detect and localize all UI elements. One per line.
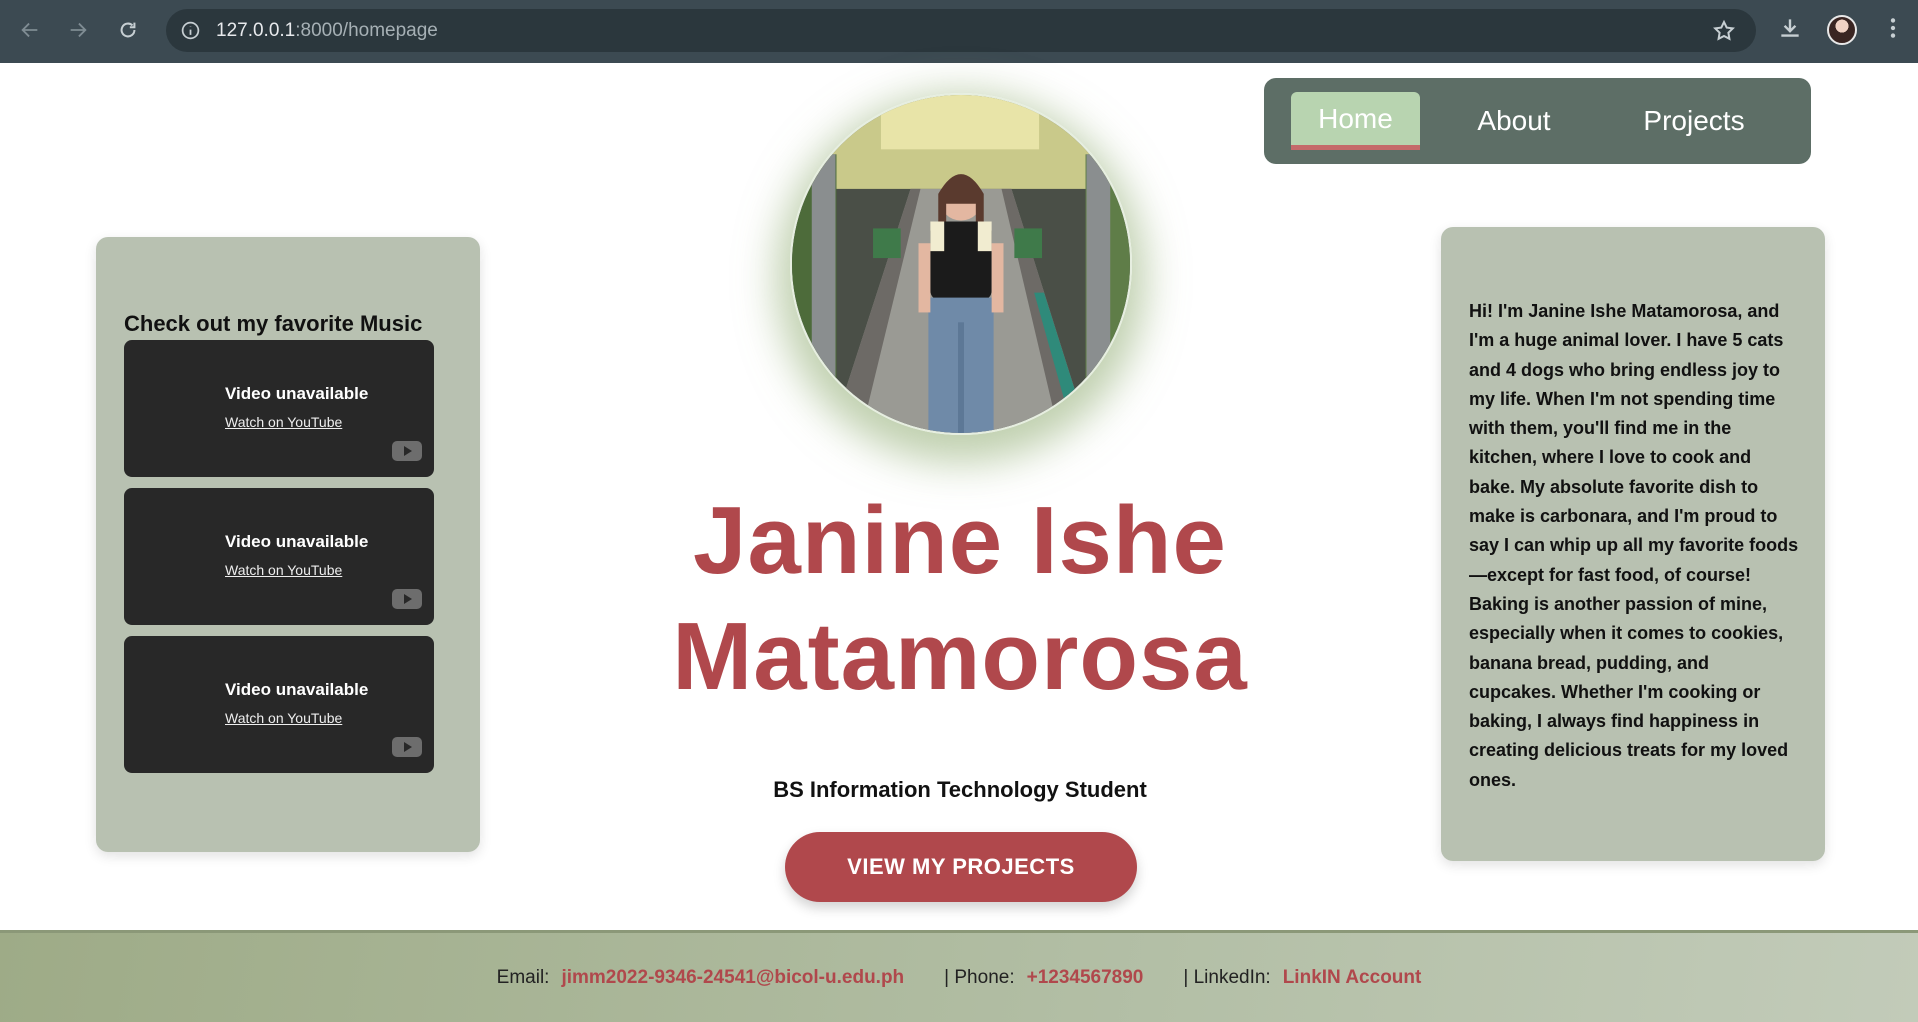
watch-on-youtube-link[interactable]: Watch on YouTube — [225, 710, 342, 726]
address-bar[interactable]: 127.0.0.1:8000/homepage — [166, 9, 1756, 52]
video-embed[interactable]: Video unavailable Watch on YouTube — [124, 340, 434, 477]
video-status: Video unavailable — [225, 532, 369, 551]
watch-on-youtube-link[interactable]: Watch on YouTube — [225, 562, 342, 578]
profile-avatar[interactable] — [1827, 15, 1857, 45]
nav-projects[interactable]: Projects — [1614, 92, 1774, 150]
video-embed[interactable]: Video unavailable Watch on YouTube — [124, 488, 434, 625]
nav-home[interactable]: Home — [1291, 92, 1420, 150]
hero-name: Janine Ishe Matamorosa — [560, 483, 1360, 715]
linkedin-link[interactable]: LinkIN Account — [1283, 967, 1422, 989]
main-navbar: Home About Projects — [1264, 78, 1811, 164]
hero-name-line2: Matamorosa — [672, 603, 1248, 710]
about-text: Hi! I'm Janine Ishe Matamorosa, and I'm … — [1469, 301, 1799, 790]
nav-about[interactable]: About — [1454, 92, 1574, 150]
youtube-icon[interactable] — [392, 737, 422, 757]
footer: Email: jimm2022-9346-24541@bicol-u.edu.p… — [0, 930, 1918, 1022]
download-icon[interactable] — [1777, 15, 1803, 46]
music-card: Check out my favorite Music Video unavai… — [96, 237, 480, 852]
profile-photo-image — [792, 95, 1130, 433]
url-host: 127.0.0.1 — [216, 20, 296, 41]
about-card: Hi! I'm Janine Ishe Matamorosa, and I'm … — [1441, 227, 1825, 861]
back-arrow-icon[interactable] — [15, 15, 45, 45]
watch-on-youtube-link[interactable]: Watch on YouTube — [225, 414, 342, 430]
forward-arrow-icon[interactable] — [63, 15, 93, 45]
url-text[interactable]: 127.0.0.1:8000/homepage — [216, 20, 438, 42]
video-status: Video unavailable — [225, 680, 369, 699]
email-link[interactable]: jimm2022-9346-24541@bicol-u.edu.ph — [561, 967, 904, 989]
browser-toolbar: 127.0.0.1:8000/homepage — [0, 0, 1918, 63]
url-path: :8000/homepage — [295, 20, 438, 41]
linkedin-label: | LinkedIn: — [1183, 966, 1271, 988]
video-status: Video unavailable — [225, 384, 369, 403]
youtube-icon[interactable] — [392, 589, 422, 609]
page-content: Home About Projects Janine Ishe Matamoro… — [0, 63, 1918, 1022]
info-icon[interactable] — [180, 20, 201, 41]
kebab-menu-icon[interactable] — [1880, 15, 1906, 46]
hero-subtitle: BS Information Technology Student — [773, 777, 1147, 802]
music-title: Check out my favorite Music — [124, 311, 423, 336]
video-embed[interactable]: Video unavailable Watch on YouTube — [124, 636, 434, 773]
reload-icon[interactable] — [113, 15, 143, 45]
profile-photo — [790, 93, 1132, 435]
hero-name-line1: Janine Ishe — [693, 487, 1227, 594]
view-projects-button[interactable]: VIEW MY PROJECTS — [785, 832, 1137, 902]
star-icon[interactable] — [1712, 19, 1736, 43]
email-label: Email: — [496, 966, 550, 988]
youtube-icon[interactable] — [392, 441, 422, 461]
phone-label: | Phone: — [944, 966, 1015, 988]
phone-link[interactable]: +1234567890 — [1027, 967, 1144, 989]
